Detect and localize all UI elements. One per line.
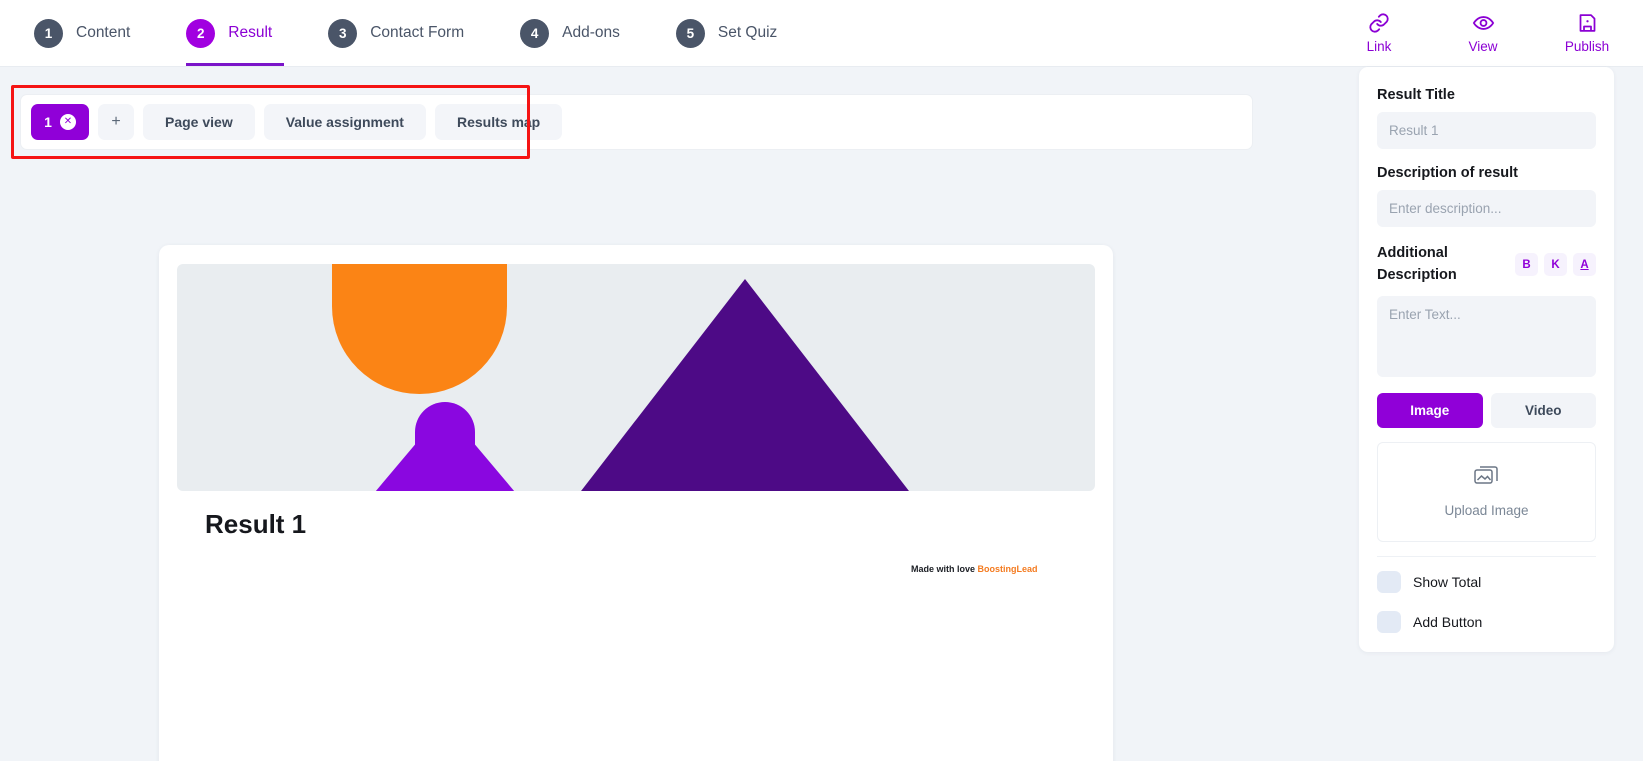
link-label: Link [1366, 39, 1392, 54]
text-color-button[interactable]: A [1573, 253, 1596, 277]
result-settings-panel: Result Title Result 1 Description of res… [1359, 67, 1614, 652]
result-toolbar: 1 ✕ + Page view Value assignment Results… [20, 94, 1253, 150]
dark-purple-triangle-shape [547, 279, 943, 491]
step-badge: 2 [186, 18, 216, 48]
footer-prefix: Made with love [911, 564, 978, 574]
top-navigation-bar: 1 Content 2 Result 3 Contact Form 4 Add-ons 5 Set… [0, 0, 1643, 67]
link-button[interactable]: Link [1349, 12, 1409, 54]
show-total-label: Show Total [1413, 573, 1482, 590]
additional-description-row: Additional Description BKA [1377, 243, 1596, 287]
step-list: 1 Content 2 Result 3 Contact Form 4 Add-ons 5 Set… [0, 0, 833, 66]
made-with-love-footer: Made with love BoostingLead [911, 564, 1038, 574]
footer-brand: BoostingLead [977, 564, 1038, 574]
results-map-button[interactable]: Results map [434, 104, 563, 140]
gallery-icon [1474, 465, 1499, 493]
add-button-checkbox[interactable] [1377, 610, 1401, 633]
show-total-toggle-row[interactable]: Show Total [1377, 570, 1596, 593]
media-type-tabs: Image Video [1377, 392, 1596, 428]
bold-button[interactable]: B [1515, 253, 1538, 277]
step-badge: 1 [34, 18, 63, 48]
tab-image[interactable]: Image [1377, 392, 1483, 428]
preview-result-heading: Result 1 [205, 509, 307, 539]
step-label: Set Quiz [717, 24, 778, 41]
result-chip-1[interactable]: 1 ✕ [31, 104, 89, 140]
step-label: Result [228, 24, 273, 41]
page-view-button[interactable]: Page view [143, 104, 255, 140]
step-contact-form[interactable]: 3 Contact Form [328, 0, 498, 66]
view-button[interactable]: View [1453, 12, 1513, 54]
result-preview-card: Result 1 Made with love BoostingLead [159, 245, 1113, 761]
top-actions: Link View Publish [1349, 0, 1617, 66]
tab-video[interactable]: Video [1490, 392, 1596, 428]
format-toolbar: BKA [1515, 253, 1596, 277]
additional-description-label: Additional Description [1377, 245, 1457, 283]
italic-button[interactable]: K [1544, 253, 1567, 277]
step-badge: 5 [675, 18, 705, 48]
step-label: Contact Form [370, 24, 465, 41]
step-set-quiz[interactable]: 5 Set Quiz [675, 0, 811, 66]
step-add-ons[interactable]: 4 Add-ons [520, 0, 654, 66]
result-title-label: Result Title [1377, 87, 1455, 103]
link-icon [1368, 12, 1390, 34]
value-assignment-button[interactable]: Value assignment [263, 104, 426, 140]
add-button-toggle-row[interactable]: Add Button [1377, 610, 1596, 633]
upload-image-label: Upload Image [1444, 503, 1529, 518]
step-result[interactable]: 2 Result [186, 0, 306, 66]
result-title-input[interactable]: Result 1 [1377, 112, 1596, 149]
additional-description-textarea[interactable]: Enter Text... [1377, 295, 1596, 377]
step-badge: 3 [328, 18, 358, 48]
add-result-button[interactable]: + [98, 104, 134, 140]
publish-label: Publish [1564, 39, 1610, 54]
publish-icon [1577, 12, 1598, 34]
add-button-label: Add Button [1413, 613, 1483, 630]
view-label: View [1468, 39, 1498, 54]
eye-icon [1472, 12, 1495, 34]
step-content[interactable]: 1 Content [34, 0, 164, 66]
panel-divider [1377, 555, 1596, 557]
show-total-checkbox[interactable] [1377, 570, 1401, 593]
description-label: Description of result [1377, 165, 1518, 181]
banner-image [177, 264, 1095, 491]
upload-image-dropzone[interactable]: Upload Image [1377, 441, 1596, 542]
workspace: 1 ✕ + Page view Value assignment Results… [0, 67, 1643, 761]
close-icon[interactable]: ✕ [59, 114, 76, 130]
orange-semicircle-shape [332, 264, 507, 394]
publish-button[interactable]: Publish [1557, 12, 1617, 54]
description-input[interactable]: Enter description... [1377, 190, 1596, 227]
bright-purple-peak-cap [415, 402, 475, 462]
step-badge: 4 [520, 18, 550, 48]
step-label: Add-ons [562, 24, 620, 41]
result-chip-number: 1 [44, 114, 52, 130]
step-label: Content [76, 24, 131, 41]
